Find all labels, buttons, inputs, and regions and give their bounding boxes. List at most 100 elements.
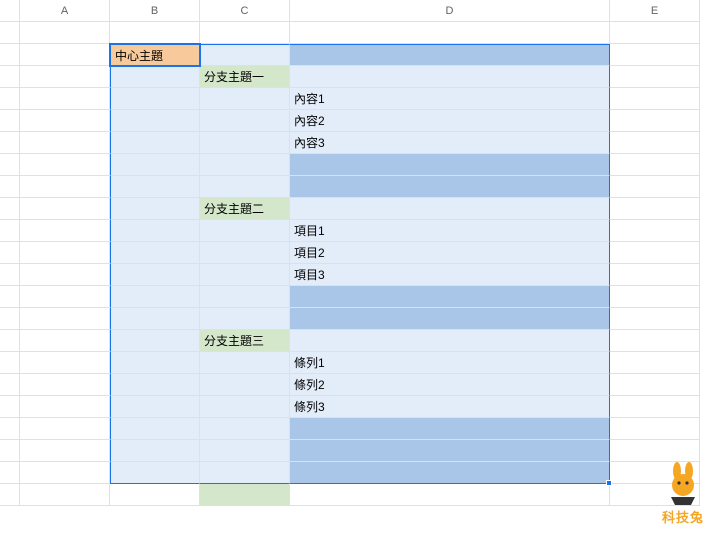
cell-D21[interactable] [290,462,610,484]
cell-C11[interactable] [200,242,290,264]
cell-C2[interactable] [200,44,290,66]
cell-C7[interactable] [200,154,290,176]
cell-central-theme[interactable]: 中心主題 [110,44,200,66]
row-header-2[interactable] [0,44,20,66]
cell-item-1-3[interactable]: 內容3 [290,132,610,154]
cell-A4[interactable] [20,88,110,110]
row-header-16[interactable] [0,352,20,374]
cell-D15[interactable] [290,330,610,352]
cell-D1[interactable] [290,22,610,44]
row-header-6[interactable] [0,132,20,154]
cell-E8[interactable] [610,176,700,198]
row-header-17[interactable] [0,374,20,396]
cell-A6[interactable] [20,132,110,154]
cell-item-1-1[interactable]: 內容1 [290,88,610,110]
row-header-4[interactable] [0,88,20,110]
cell-C21[interactable] [200,462,290,484]
cell-C4[interactable] [200,88,290,110]
row-header-19[interactable] [0,418,20,440]
cell-E5[interactable] [610,110,700,132]
cell-A7[interactable] [20,154,110,176]
row-header-18[interactable] [0,396,20,418]
col-header-D[interactable]: D [290,0,610,22]
cell-E9[interactable] [610,198,700,220]
cell-B16[interactable] [110,352,200,374]
cell-B13[interactable] [110,286,200,308]
cell-A8[interactable] [20,176,110,198]
cell-E12[interactable] [610,264,700,286]
cell-C19[interactable] [200,418,290,440]
cell-C5[interactable] [200,110,290,132]
cell-A1[interactable] [20,22,110,44]
cell-D20[interactable] [290,440,610,462]
cell-D22[interactable] [290,484,610,506]
row-header-9[interactable] [0,198,20,220]
cell-A20[interactable] [20,440,110,462]
cell-E2[interactable] [610,44,700,66]
cell-C16[interactable] [200,352,290,374]
spreadsheet-grid[interactable]: ABCDE中心主題分支主題一內容1內容2內容3分支主題二項目1項目2項目3分支主… [0,0,719,506]
cell-E7[interactable] [610,154,700,176]
cell-A16[interactable] [20,352,110,374]
cell-B14[interactable] [110,308,200,330]
cell-E19[interactable] [610,418,700,440]
cell-D3[interactable] [290,66,610,88]
cell-A3[interactable] [20,66,110,88]
cell-C14[interactable] [200,308,290,330]
row-header-12[interactable] [0,264,20,286]
cell-A21[interactable] [20,462,110,484]
cell-B10[interactable] [110,220,200,242]
cell-E3[interactable] [610,66,700,88]
cell-E10[interactable] [610,220,700,242]
cell-B6[interactable] [110,132,200,154]
cell-B3[interactable] [110,66,200,88]
cell-E4[interactable] [610,88,700,110]
cell-C10[interactable] [200,220,290,242]
cell-item-3-1[interactable]: 條列1 [290,352,610,374]
cell-A9[interactable] [20,198,110,220]
cell-D2[interactable] [290,44,610,66]
cell-D14[interactable] [290,308,610,330]
col-header-B[interactable]: B [110,0,200,22]
cell-A15[interactable] [20,330,110,352]
row-header-8[interactable] [0,176,20,198]
cell-A5[interactable] [20,110,110,132]
cell-B8[interactable] [110,176,200,198]
cell-B21[interactable] [110,462,200,484]
cell-B5[interactable] [110,110,200,132]
cell-A18[interactable] [20,396,110,418]
cell-C22[interactable] [200,484,290,506]
cell-E11[interactable] [610,242,700,264]
cell-A17[interactable] [20,374,110,396]
cell-A12[interactable] [20,264,110,286]
cell-E20[interactable] [610,440,700,462]
row-header-7[interactable] [0,154,20,176]
cell-C18[interactable] [200,396,290,418]
cell-E1[interactable] [610,22,700,44]
cell-C6[interactable] [200,132,290,154]
cell-branch-2[interactable]: 分支主題二 [200,198,290,220]
cell-B7[interactable] [110,154,200,176]
cell-B19[interactable] [110,418,200,440]
cell-A10[interactable] [20,220,110,242]
col-header-A[interactable]: A [20,0,110,22]
row-header-10[interactable] [0,220,20,242]
cell-C13[interactable] [200,286,290,308]
cell-E6[interactable] [610,132,700,154]
row-header-1[interactable] [0,22,20,44]
cell-item-1-2[interactable]: 內容2 [290,110,610,132]
col-header-E[interactable]: E [610,0,700,22]
cell-B20[interactable] [110,440,200,462]
cell-D9[interactable] [290,198,610,220]
cell-branch-3[interactable]: 分支主題三 [200,330,290,352]
cell-D8[interactable] [290,176,610,198]
fill-handle[interactable] [606,480,612,486]
cell-C12[interactable] [200,264,290,286]
cell-B1[interactable] [110,22,200,44]
cell-B11[interactable] [110,242,200,264]
cell-A2[interactable] [20,44,110,66]
cell-B9[interactable] [110,198,200,220]
cell-item-3-3[interactable]: 條列3 [290,396,610,418]
row-header-20[interactable] [0,440,20,462]
cell-B22[interactable] [110,484,200,506]
